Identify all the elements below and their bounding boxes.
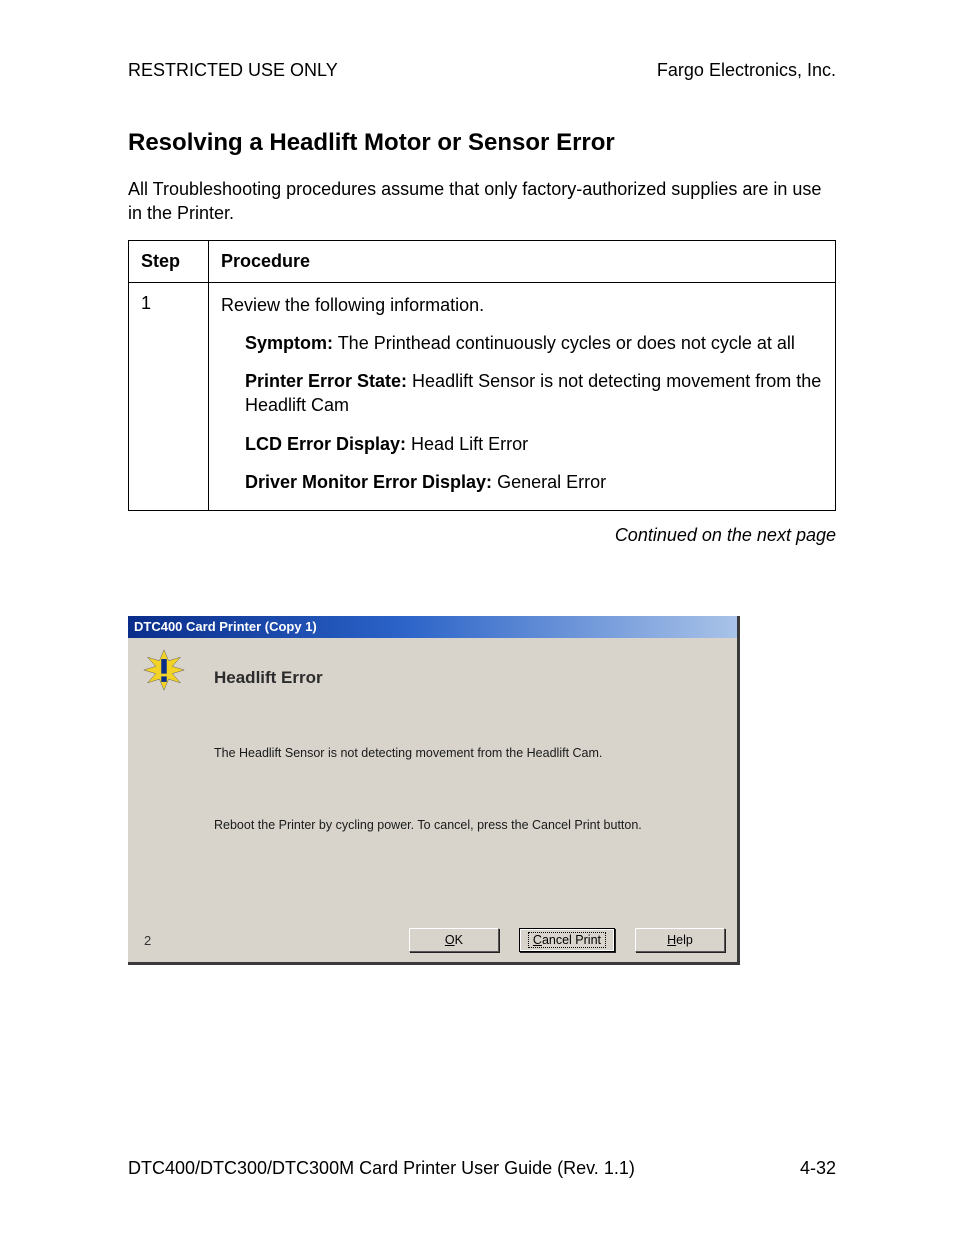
error-count: 2 <box>140 933 151 948</box>
dialog-titlebar: DTC400 Card Printer (Copy 1) <box>128 616 737 638</box>
header-left: RESTRICTED USE ONLY <box>128 60 338 81</box>
dialog-button-row: 2 OK Cancel Print Help <box>128 920 737 962</box>
driver-error-line: Driver Monitor Error Display: General Er… <box>245 470 823 494</box>
procedure-table: Step Procedure 1 Review the following in… <box>128 240 836 512</box>
page-footer: DTC400/DTC300/DTC300M Card Printer User … <box>128 1158 836 1179</box>
error-dialog: DTC400 Card Printer (Copy 1) Headlift Er… <box>128 616 740 965</box>
dialog-message-2: Reboot the Printer by cycling power. To … <box>214 818 717 832</box>
error-state-line: Printer Error State: Headlift Sensor is … <box>245 369 823 418</box>
warning-icon <box>142 648 186 692</box>
page-header: RESTRICTED USE ONLY Fargo Electronics, I… <box>128 60 836 81</box>
step-number: 1 <box>129 282 209 511</box>
footer-left: DTC400/DTC300/DTC300M Card Printer User … <box>128 1158 635 1179</box>
continued-note: Continued on the next page <box>128 525 836 546</box>
dialog-screenshot: DTC400 Card Printer (Copy 1) Headlift Er… <box>128 616 836 965</box>
table-row: 1 Review the following information. Symp… <box>129 282 836 511</box>
col-step: Step <box>129 240 209 282</box>
dialog-message-1: The Headlift Sensor is not detecting mov… <box>214 746 717 760</box>
header-right: Fargo Electronics, Inc. <box>657 60 836 81</box>
footer-right: 4-32 <box>800 1158 836 1179</box>
lcd-error-line: LCD Error Display: Head Lift Error <box>245 432 823 456</box>
dialog-heading: Headlift Error <box>214 654 737 688</box>
col-procedure: Procedure <box>209 240 836 282</box>
table-header-row: Step Procedure <box>129 240 836 282</box>
ok-button[interactable]: OK <box>409 928 499 952</box>
review-line: Review the following information. <box>221 293 823 317</box>
cancel-print-button[interactable]: Cancel Print <box>519 928 615 952</box>
dialog-body: Headlift Error The Headlift Sensor is no… <box>128 638 737 962</box>
symptom-line: Symptom: The Printhead continuously cycl… <box>245 331 823 355</box>
procedure-cell: Review the following information. Sympto… <box>209 282 836 511</box>
help-button[interactable]: Help <box>635 928 725 952</box>
page-title: Resolving a Headlift Motor or Sensor Err… <box>128 129 836 157</box>
intro-paragraph: All Troubleshooting procedures assume th… <box>128 177 836 226</box>
